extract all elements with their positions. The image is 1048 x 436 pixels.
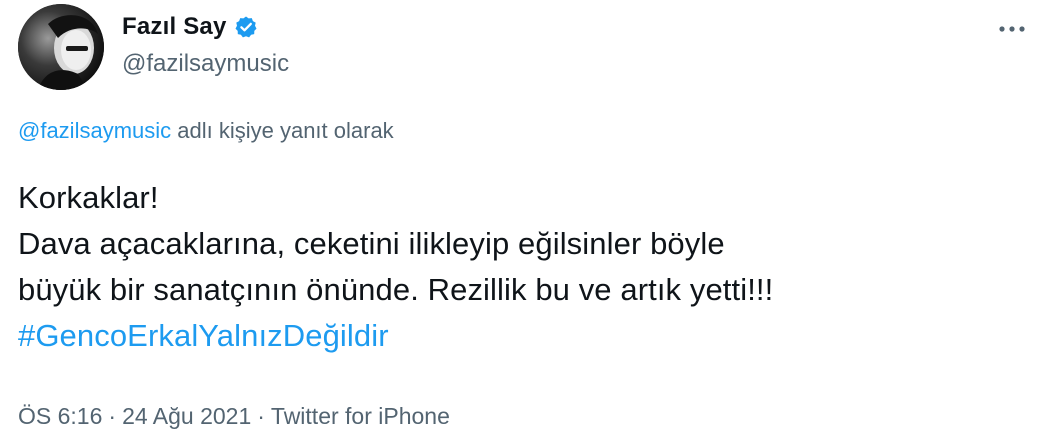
more-options-button[interactable] <box>994 14 1030 44</box>
reply-mention-link[interactable]: @fazilsaymusic <box>18 118 171 143</box>
tweet-text-line: büyük bir sanatçının önünde. Rezillik bu… <box>18 272 774 307</box>
tweet-metadata: ÖS 6:16 · 24 Ağu 2021 · Twitter for iPhone <box>18 403 450 430</box>
tweet-card: Fazıl Say @fazilsaymusic @fazilsaymusic … <box>0 0 1048 436</box>
reply-context: @fazilsaymusic adlı kişiye yanıt olarak <box>18 118 394 144</box>
tweet-date[interactable]: 24 Ağu 2021 <box>122 403 251 429</box>
hashtag-link[interactable]: #GencoErkalYalnızDeğildir <box>18 313 1028 359</box>
tweet-text-line: Korkaklar! <box>18 180 159 215</box>
meta-separator: · <box>257 403 265 429</box>
tweet-time[interactable]: ÖS 6:16 <box>18 403 102 429</box>
reply-context-text: adlı kişiye yanıt olarak <box>171 118 394 143</box>
tweet-header: Fazıl Say @fazilsaymusic <box>14 4 1034 94</box>
more-horizontal-icon <box>999 26 1025 32</box>
verified-badge-icon <box>234 15 258 39</box>
avatar-photo-icon <box>18 4 104 90</box>
tweet-text: Korkaklar! Dava açacaklarına, ceketini i… <box>18 175 1028 359</box>
meta-separator: · <box>108 403 117 429</box>
name-row: Fazıl Say <box>122 10 289 44</box>
avatar[interactable] <box>18 4 104 90</box>
tweet-source-link[interactable]: Twitter for iPhone <box>271 403 450 429</box>
tweet-text-line: Dava açacaklarına, ceketini ilikleyip eğ… <box>18 226 725 261</box>
author-display-name[interactable]: Fazıl Say <box>122 13 227 41</box>
author-handle[interactable]: @fazilsaymusic <box>122 50 289 78</box>
author-info: Fazıl Say @fazilsaymusic <box>122 10 289 78</box>
